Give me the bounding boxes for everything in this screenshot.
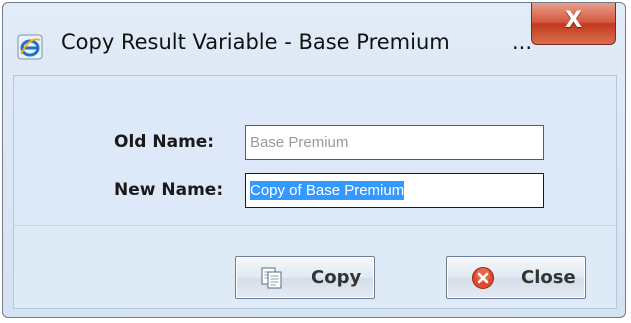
new-name-field[interactable]: Copy of Base Premium [245, 173, 544, 208]
title-bar[interactable]: Copy Result Variable - Base Premium ... … [3, 3, 625, 75]
new-name-label: New Name: [114, 180, 224, 200]
copy-button[interactable]: Copy [235, 256, 375, 299]
red-circle-x-icon [472, 267, 494, 289]
close-icon: X [565, 8, 582, 33]
old-name-field[interactable]: Base Premium [245, 125, 544, 160]
close-button-label: Close [521, 267, 576, 288]
window-close-button[interactable]: X [531, 3, 616, 45]
new-name-value: Copy of Base Premium [250, 181, 405, 200]
form-panel: Old Name: Base Premium New Name: Copy of… [13, 75, 617, 225]
copy-result-variable-dialog: Copy Result Variable - Base Premium ... … [2, 2, 626, 318]
old-name-value: Base Premium [250, 134, 349, 151]
copy-documents-icon [261, 267, 282, 289]
old-name-label: Old Name: [114, 132, 215, 152]
title-ellipsis: ... [512, 30, 533, 54]
button-bar: Copy Close [13, 225, 617, 309]
close-button[interactable]: Close [446, 256, 586, 299]
internet-explorer-icon [17, 34, 43, 60]
dialog-title: Copy Result Variable - Base Premium [61, 30, 450, 54]
copy-button-label: Copy [311, 267, 362, 288]
